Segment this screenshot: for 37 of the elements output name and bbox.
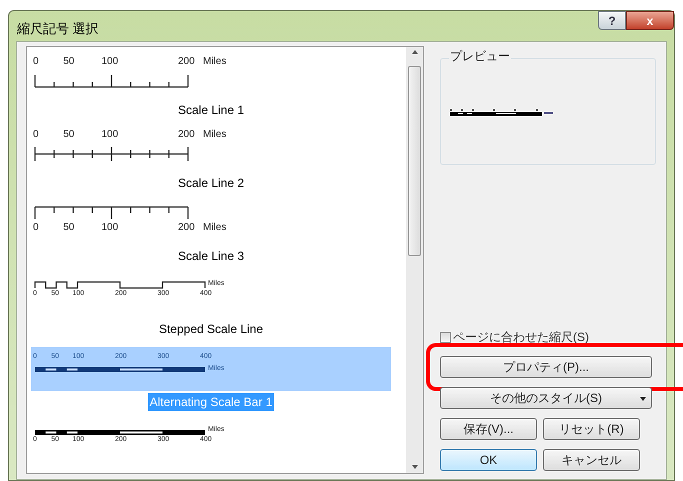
fit-to-page-checkbox-row[interactable]: ページに合わせた縮尺(S) bbox=[440, 328, 656, 346]
checkbox[interactable] bbox=[440, 332, 451, 342]
checkbox-label: ページに合わせた縮尺(S) bbox=[453, 329, 589, 346]
preview-title: プレビュー bbox=[449, 49, 511, 63]
more-styles-dropdown[interactable]: その他のスタイル(S) bbox=[440, 387, 652, 409]
close-button[interactable]: x bbox=[626, 11, 674, 30]
tick-label: 100 bbox=[102, 223, 118, 233]
ok-button[interactable]: OK bbox=[440, 449, 537, 471]
tick-label: 50 bbox=[63, 57, 74, 67]
scrollbar[interactable] bbox=[406, 47, 423, 473]
dialog-button[interactable]: リセット(R) bbox=[543, 418, 640, 440]
caret-icon bbox=[640, 397, 646, 401]
tick-label: 0 bbox=[33, 130, 39, 140]
tick-label: 0 bbox=[33, 223, 39, 233]
dialog-button[interactable]: 保存(V)... bbox=[440, 418, 537, 440]
scroll-down-icon[interactable] bbox=[412, 465, 418, 469]
help-button[interactable]: ? bbox=[598, 11, 626, 30]
tick-label: 50 bbox=[63, 130, 74, 140]
tick-label: 200 bbox=[178, 57, 195, 67]
style-label[interactable]: Scale Line 3 bbox=[176, 247, 246, 265]
scroll-up-icon[interactable] bbox=[412, 50, 418, 54]
style-label[interactable]: Scale Line 2 bbox=[176, 174, 246, 192]
tick-label: 200 bbox=[178, 130, 195, 140]
tick-label: 100 bbox=[102, 130, 118, 140]
dialog-button[interactable]: キャンセル bbox=[543, 449, 640, 471]
tick-label: 100 bbox=[102, 57, 118, 67]
unit-label: Miles bbox=[203, 130, 226, 140]
unit-label: Miles bbox=[203, 57, 226, 67]
tick-label: 50 bbox=[63, 223, 74, 233]
style-label[interactable]: Scale Line 1 bbox=[176, 101, 246, 119]
scrollbar-thumb[interactable] bbox=[408, 66, 421, 256]
properties-button[interactable]: プロパティ(P)... bbox=[440, 356, 652, 378]
tick-label: 0 bbox=[33, 57, 39, 67]
tick-label: 200 bbox=[178, 223, 195, 233]
window-title: 縮尺記号 選択 bbox=[17, 20, 99, 38]
unit-label: Miles bbox=[203, 223, 226, 233]
style-label[interactable]: Stepped Scale Line bbox=[156, 320, 266, 338]
